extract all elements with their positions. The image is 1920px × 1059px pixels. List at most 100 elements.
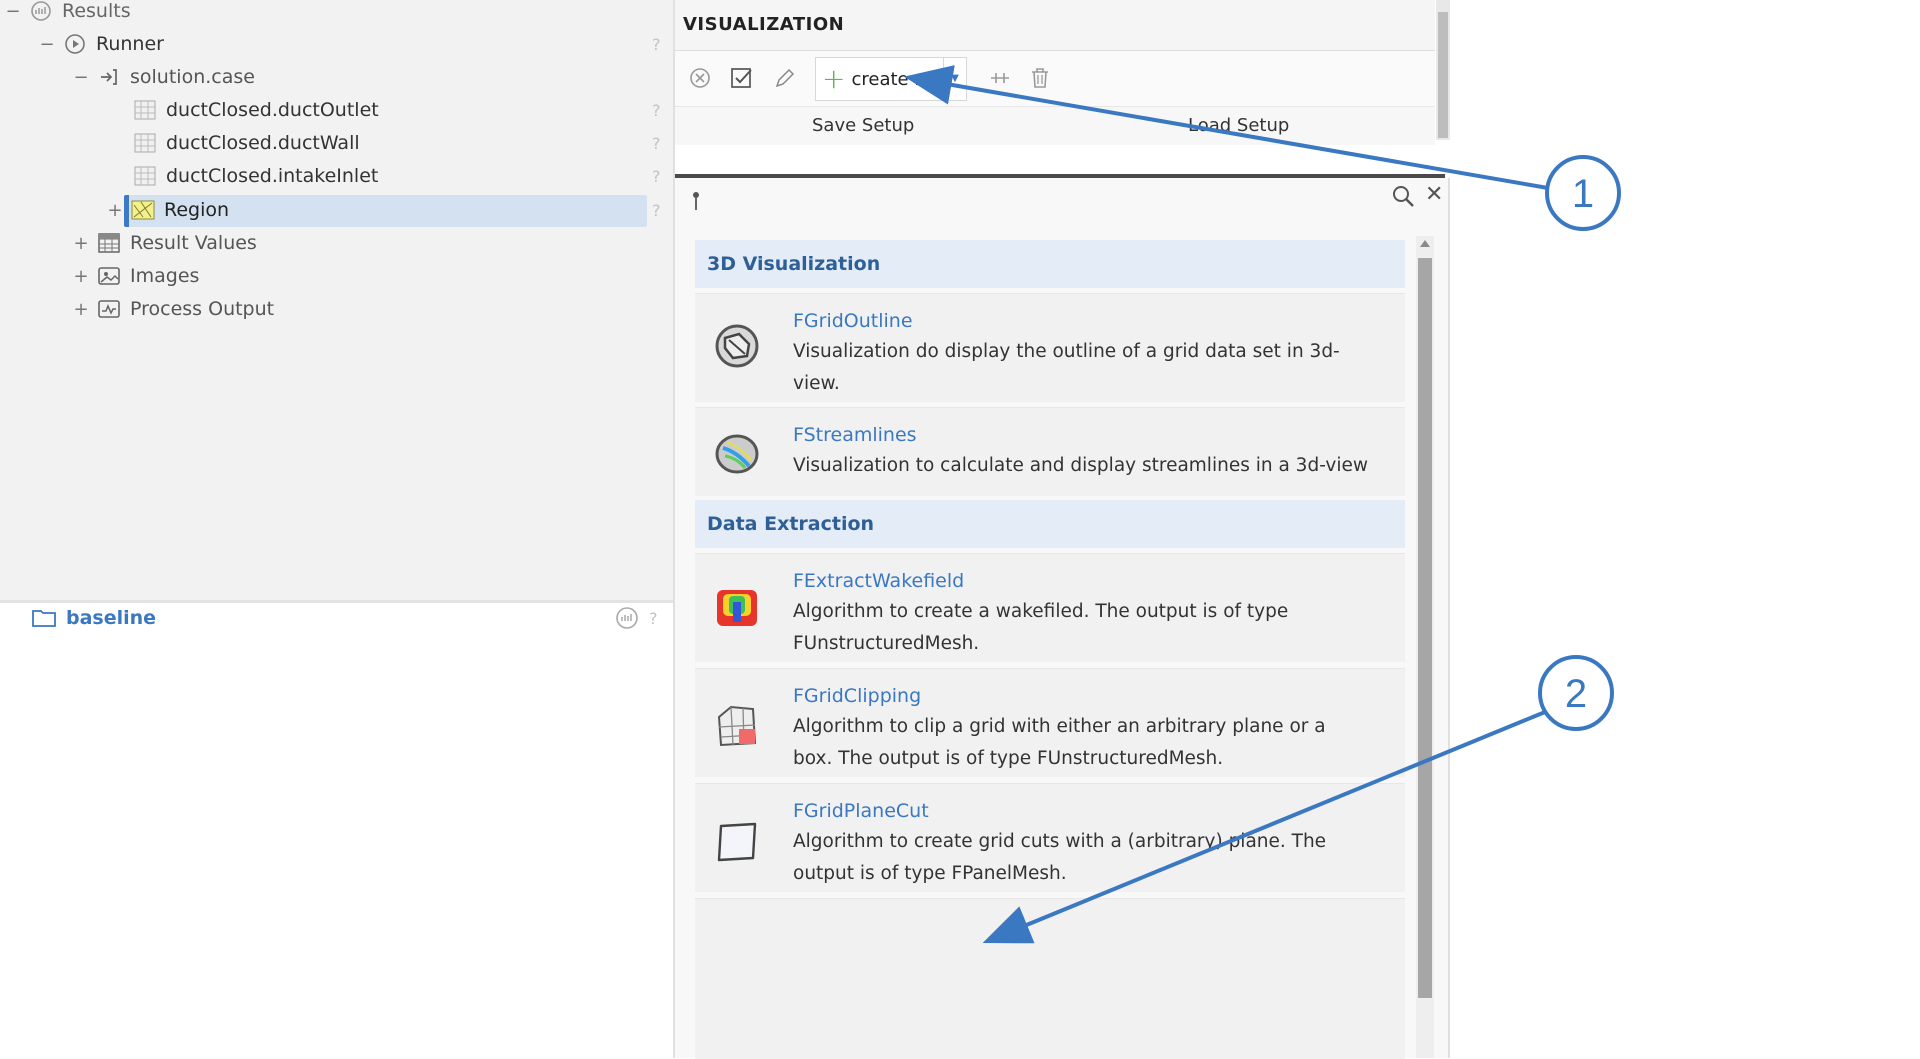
tree-item-region[interactable]: + Region xyxy=(106,195,229,225)
image-icon xyxy=(96,264,122,288)
trash-icon[interactable] xyxy=(1025,63,1055,93)
item-title[interactable]: FStreamlines xyxy=(793,424,917,446)
collapse-icon[interactable]: − xyxy=(72,67,90,88)
section-data-extraction: Data Extraction xyxy=(695,500,1405,548)
plane-cut-icon xyxy=(713,818,761,866)
callout-circle-2 xyxy=(1538,655,1614,731)
grid-icon xyxy=(132,131,158,155)
import-icon xyxy=(96,65,122,89)
item-description: Visualization to calculate and display s… xyxy=(793,455,1368,476)
algorithm-catalog: ✕ 3D Visualization FGridOutline Visualiz… xyxy=(675,178,1450,1059)
visualization-header: VISUALIZATION xyxy=(675,0,1435,51)
callout-circle-1 xyxy=(1545,155,1621,231)
close-icon[interactable]: ✕ xyxy=(1425,182,1443,207)
baseline-folder[interactable]: baseline xyxy=(32,603,156,633)
pin-icon[interactable] xyxy=(690,190,702,217)
load-setup-button[interactable]: Load Setup xyxy=(1188,115,1289,136)
catalog-item-fgridoutline[interactable]: FGridOutline Visualization do display th… xyxy=(695,293,1405,402)
catalog-item-fextractwakefield[interactable]: FExtractWakefield Algorithm to create a … xyxy=(695,553,1405,662)
scrollbar-thumb[interactable] xyxy=(1418,258,1432,998)
grid-clipping-icon xyxy=(713,703,761,751)
cancel-circle-icon[interactable] xyxy=(685,63,715,93)
tree-item-intake-inlet[interactable]: ductClosed.intakeInlet xyxy=(124,161,378,191)
catalog-item-partial xyxy=(695,898,1405,1059)
catalog-item-fgridclipping[interactable]: FGridClipping Algorithm to clip a grid w… xyxy=(695,668,1405,777)
results-gauge-icon[interactable] xyxy=(615,606,639,630)
chevron-down-icon[interactable]: ▼ xyxy=(943,58,966,98)
item-description: Algorithm to create a wakefiled. The out… xyxy=(793,601,1289,654)
tree-item-label: Result Values xyxy=(130,232,257,254)
help-icon[interactable]: ? xyxy=(652,134,661,153)
baseline-label: baseline xyxy=(66,607,157,629)
tree-item-label: Runner xyxy=(96,33,164,55)
visualization-toolbar: + create new ▼ xyxy=(675,51,1435,107)
tree-item-label: solution.case xyxy=(130,66,255,88)
visualization-title: VISUALIZATION xyxy=(683,14,845,35)
item-description: Visualization do display the outline of … xyxy=(793,341,1340,394)
result-tree-panel: − Results − Runner − solution.case ductC… xyxy=(0,0,673,603)
grid-outline-icon xyxy=(713,322,761,370)
create-new-button[interactable]: + create new ▼ xyxy=(815,57,967,101)
table-icon xyxy=(96,231,122,255)
scroll-up-icon[interactable] xyxy=(1420,240,1430,247)
callout-number-1: 1 xyxy=(1572,172,1594,216)
monitor-chart-icon xyxy=(96,297,122,321)
tree-item-label: Images xyxy=(130,265,200,287)
help-icon[interactable]: ? xyxy=(652,167,661,186)
item-description: Algorithm to clip a grid with either an … xyxy=(793,716,1326,769)
item-title[interactable]: FExtractWakefield xyxy=(793,570,964,592)
plus-icon: + xyxy=(822,62,846,95)
runner-play-icon xyxy=(62,32,88,56)
callout-number-2: 2 xyxy=(1565,672,1587,716)
wakefield-icon xyxy=(713,584,761,632)
item-description: Algorithm to create grid cuts with a (ar… xyxy=(793,831,1327,884)
tree-item-duct-outlet[interactable]: ductClosed.ductOutlet xyxy=(124,95,379,125)
tree-item-results[interactable]: − Results xyxy=(4,0,131,26)
help-icon[interactable]: ? xyxy=(652,35,661,54)
results-gauge-icon xyxy=(28,0,54,23)
catalog-item-fgridplanecut[interactable]: FGridPlaneCut Algorithm to create grid c… xyxy=(695,783,1405,892)
section-3d-visualization: 3D Visualization xyxy=(695,240,1405,288)
tree-item-label: Process Output xyxy=(130,298,275,320)
item-title[interactable]: FGridPlaneCut xyxy=(793,800,929,822)
baseline-actions: ? xyxy=(615,606,658,630)
help-icon[interactable]: ? xyxy=(649,609,658,628)
help-icon[interactable]: ? xyxy=(652,101,661,120)
tree-item-label: ductClosed.ductWall xyxy=(166,132,360,154)
expand-icon[interactable]: + xyxy=(72,266,90,287)
setup-row: Save Setup Load Setup xyxy=(675,107,1435,145)
item-title[interactable]: FGridClipping xyxy=(793,685,921,707)
region-icon xyxy=(130,198,156,222)
tree-item-runner[interactable]: − Runner xyxy=(38,29,164,59)
save-setup-button[interactable]: Save Setup xyxy=(812,115,914,136)
visualization-scrollbar[interactable] xyxy=(1436,0,1450,140)
tree-item-label: Results xyxy=(62,0,131,22)
expand-icon[interactable]: + xyxy=(106,200,124,221)
tree-item-label: ductClosed.ductOutlet xyxy=(166,99,379,121)
search-icon[interactable] xyxy=(1391,184,1415,212)
grid-icon xyxy=(132,164,158,188)
catalog-item-fstreamlines[interactable]: FStreamlines Visualization to calculate … xyxy=(695,407,1405,496)
tree-item-label: Region xyxy=(164,199,230,221)
tree-item-duct-wall[interactable]: ductClosed.ductWall xyxy=(124,128,360,158)
tree-item-result-values[interactable]: + Result Values xyxy=(72,228,257,258)
pencil-icon[interactable] xyxy=(770,63,800,93)
collapse-icon[interactable]: − xyxy=(38,34,56,55)
item-title[interactable]: FGridOutline xyxy=(793,310,913,332)
grid-icon xyxy=(132,98,158,122)
help-icon[interactable]: ? xyxy=(652,201,661,220)
collapse-icon[interactable]: − xyxy=(4,1,22,22)
expand-icon[interactable]: + xyxy=(72,299,90,320)
scrollbar-thumb[interactable] xyxy=(1438,12,1448,138)
tree-item-label: ductClosed.intakeInlet xyxy=(166,165,379,187)
catalog-scrollbar[interactable] xyxy=(1416,236,1434,1058)
merge-icon[interactable] xyxy=(985,63,1015,93)
tree-item-process-output[interactable]: + Process Output xyxy=(72,294,274,324)
create-new-label: create new xyxy=(851,68,952,90)
folder-icon xyxy=(32,608,56,628)
expand-icon[interactable]: + xyxy=(72,233,90,254)
tree-item-images[interactable]: + Images xyxy=(72,261,199,291)
checkbox-check-icon[interactable] xyxy=(727,63,757,93)
streamlines-icon xyxy=(713,430,761,478)
tree-item-solution-case[interactable]: − solution.case xyxy=(72,62,255,92)
